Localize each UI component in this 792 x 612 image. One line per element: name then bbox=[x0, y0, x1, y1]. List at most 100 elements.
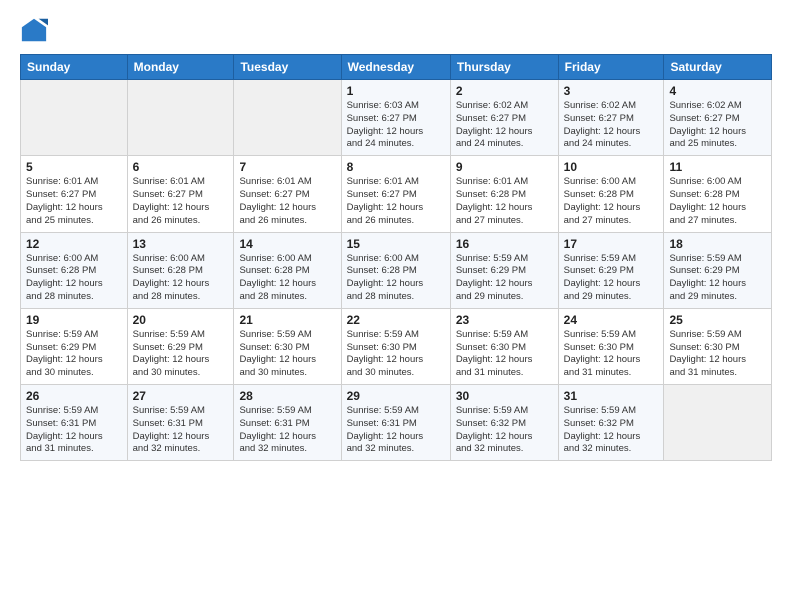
week-row-3: 12 Sunrise: 6:00 AM Sunset: 6:28 PM Dayli… bbox=[21, 232, 772, 308]
calendar-cell: 3 Sunrise: 6:02 AM Sunset: 6:27 PM Daylig… bbox=[558, 80, 664, 156]
calendar-cell: 15 Sunrise: 6:00 AM Sunset: 6:28 PM Dayli… bbox=[341, 232, 450, 308]
logo-icon bbox=[20, 16, 48, 44]
day-detail: Sunrise: 5:59 AM Sunset: 6:31 PM Dayligh… bbox=[239, 405, 335, 456]
calendar-cell: 11 Sunrise: 6:00 AM Sunset: 6:28 PM Dayli… bbox=[664, 156, 772, 232]
calendar-cell: 25 Sunrise: 5:59 AM Sunset: 6:30 PM Dayli… bbox=[664, 308, 772, 384]
day-detail: Sunrise: 5:59 AM Sunset: 6:29 PM Dayligh… bbox=[564, 253, 659, 304]
day-number: 22 bbox=[347, 313, 445, 327]
day-number: 29 bbox=[347, 389, 445, 403]
day-detail: Sunrise: 5:59 AM Sunset: 6:31 PM Dayligh… bbox=[133, 405, 229, 456]
calendar-cell: 10 Sunrise: 6:00 AM Sunset: 6:28 PM Dayli… bbox=[558, 156, 664, 232]
day-detail: Sunrise: 5:59 AM Sunset: 6:32 PM Dayligh… bbox=[564, 405, 659, 456]
calendar-cell: 17Sunrise: 5:59 AM Sunset: 6:29 PM Dayli… bbox=[558, 232, 664, 308]
weekday-saturday: Saturday bbox=[664, 55, 772, 80]
week-row-2: 5 Sunrise: 6:01 AM Sunset: 6:27 PM Daylig… bbox=[21, 156, 772, 232]
calendar-cell: 8 Sunrise: 6:01 AM Sunset: 6:27 PM Daylig… bbox=[341, 156, 450, 232]
calendar-cell bbox=[664, 385, 772, 461]
day-number: 7 bbox=[239, 160, 335, 174]
day-detail: Sunrise: 5:59 AM Sunset: 6:30 PM Dayligh… bbox=[347, 329, 445, 380]
day-number: 5 bbox=[26, 160, 122, 174]
day-detail: Sunrise: 5:59 AM Sunset: 6:29 PM Dayligh… bbox=[456, 253, 553, 304]
calendar-cell: 24 Sunrise: 5:59 AM Sunset: 6:30 PM Dayli… bbox=[558, 308, 664, 384]
calendar-cell: 2Sunrise: 6:02 AM Sunset: 6:27 PM Daylig… bbox=[450, 80, 558, 156]
day-number: 21 bbox=[239, 313, 335, 327]
day-number: 16 bbox=[456, 237, 553, 251]
day-number: 13 bbox=[133, 237, 229, 251]
day-number: 24 bbox=[564, 313, 659, 327]
day-number: 23 bbox=[456, 313, 553, 327]
calendar-cell: 28Sunrise: 5:59 AM Sunset: 6:31 PM Dayli… bbox=[234, 385, 341, 461]
weekday-sunday: Sunday bbox=[21, 55, 128, 80]
day-detail: Sunrise: 5:59 AM Sunset: 6:31 PM Dayligh… bbox=[26, 405, 122, 456]
day-number: 14 bbox=[239, 237, 335, 251]
weekday-tuesday: Tuesday bbox=[234, 55, 341, 80]
calendar-cell: 29 Sunrise: 5:59 AM Sunset: 6:31 PM Dayli… bbox=[341, 385, 450, 461]
weekday-thursday: Thursday bbox=[450, 55, 558, 80]
day-detail: Sunrise: 6:02 AM Sunset: 6:27 PM Dayligh… bbox=[456, 100, 553, 151]
day-detail: Sunrise: 5:59 AM Sunset: 6:30 PM Dayligh… bbox=[456, 329, 553, 380]
day-detail: Sunrise: 5:59 AM Sunset: 6:31 PM Dayligh… bbox=[347, 405, 445, 456]
day-number: 20 bbox=[133, 313, 229, 327]
day-detail: Sunrise: 5:59 AM Sunset: 6:30 PM Dayligh… bbox=[669, 329, 766, 380]
weekday-header-row: SundayMondayTuesdayWednesdayThursdayFrid… bbox=[21, 55, 772, 80]
day-detail: Sunrise: 5:59 AM Sunset: 6:29 PM Dayligh… bbox=[669, 253, 766, 304]
calendar-cell: 4Sunrise: 6:02 AM Sunset: 6:27 PM Daylig… bbox=[664, 80, 772, 156]
day-detail: Sunrise: 6:00 AM Sunset: 6:28 PM Dayligh… bbox=[564, 176, 659, 227]
day-detail: Sunrise: 6:01 AM Sunset: 6:27 PM Dayligh… bbox=[133, 176, 229, 227]
calendar-cell: 12Sunrise: 6:00 AM Sunset: 6:28 PM Dayli… bbox=[21, 232, 128, 308]
day-number: 12 bbox=[26, 237, 122, 251]
calendar-cell: 13Sunrise: 6:00 AM Sunset: 6:28 PM Dayli… bbox=[127, 232, 234, 308]
page: SundayMondayTuesdayWednesdayThursdayFrid… bbox=[0, 0, 792, 612]
calendar-cell: 20 Sunrise: 5:59 AM Sunset: 6:29 PM Dayli… bbox=[127, 308, 234, 384]
calendar-cell: 21 Sunrise: 5:59 AM Sunset: 6:30 PM Dayli… bbox=[234, 308, 341, 384]
day-detail: Sunrise: 6:02 AM Sunset: 6:27 PM Dayligh… bbox=[669, 100, 766, 151]
calendar-cell: 31 Sunrise: 5:59 AM Sunset: 6:32 PM Dayli… bbox=[558, 385, 664, 461]
day-detail: Sunrise: 5:59 AM Sunset: 6:30 PM Dayligh… bbox=[239, 329, 335, 380]
day-number: 31 bbox=[564, 389, 659, 403]
day-detail: Sunrise: 5:59 AM Sunset: 6:32 PM Dayligh… bbox=[456, 405, 553, 456]
day-detail: Sunrise: 5:59 AM Sunset: 6:29 PM Dayligh… bbox=[26, 329, 122, 380]
day-number: 15 bbox=[347, 237, 445, 251]
day-number: 1 bbox=[347, 84, 445, 98]
day-number: 19 bbox=[26, 313, 122, 327]
calendar-cell: 23 Sunrise: 5:59 AM Sunset: 6:30 PM Dayli… bbox=[450, 308, 558, 384]
calendar-cell bbox=[234, 80, 341, 156]
day-number: 3 bbox=[564, 84, 659, 98]
calendar-cell: 30 Sunrise: 5:59 AM Sunset: 6:32 PM Dayli… bbox=[450, 385, 558, 461]
day-number: 26 bbox=[26, 389, 122, 403]
day-detail: Sunrise: 6:01 AM Sunset: 6:27 PM Dayligh… bbox=[239, 176, 335, 227]
header bbox=[20, 16, 772, 44]
calendar-cell: 7 Sunrise: 6:01 AM Sunset: 6:27 PM Daylig… bbox=[234, 156, 341, 232]
calendar-table: SundayMondayTuesdayWednesdayThursdayFrid… bbox=[20, 54, 772, 461]
day-number: 27 bbox=[133, 389, 229, 403]
day-detail: Sunrise: 6:00 AM Sunset: 6:28 PM Dayligh… bbox=[669, 176, 766, 227]
day-number: 6 bbox=[133, 160, 229, 174]
day-detail: Sunrise: 6:01 AM Sunset: 6:27 PM Dayligh… bbox=[347, 176, 445, 227]
day-detail: Sunrise: 6:00 AM Sunset: 6:28 PM Dayligh… bbox=[347, 253, 445, 304]
calendar-cell: 9Sunrise: 6:01 AM Sunset: 6:28 PM Daylig… bbox=[450, 156, 558, 232]
day-number: 25 bbox=[669, 313, 766, 327]
calendar-cell: 16 Sunrise: 5:59 AM Sunset: 6:29 PM Dayli… bbox=[450, 232, 558, 308]
day-detail: Sunrise: 5:59 AM Sunset: 6:29 PM Dayligh… bbox=[133, 329, 229, 380]
day-number: 30 bbox=[456, 389, 553, 403]
day-number: 10 bbox=[564, 160, 659, 174]
day-number: 18 bbox=[669, 237, 766, 251]
week-row-4: 19 Sunrise: 5:59 AM Sunset: 6:29 PM Dayli… bbox=[21, 308, 772, 384]
calendar-cell: 6 Sunrise: 6:01 AM Sunset: 6:27 PM Daylig… bbox=[127, 156, 234, 232]
logo bbox=[20, 16, 52, 44]
calendar-cell: 19 Sunrise: 5:59 AM Sunset: 6:29 PM Dayli… bbox=[21, 308, 128, 384]
day-number: 11 bbox=[669, 160, 766, 174]
calendar-cell: 26 Sunrise: 5:59 AM Sunset: 6:31 PM Dayli… bbox=[21, 385, 128, 461]
day-detail: Sunrise: 6:00 AM Sunset: 6:28 PM Dayligh… bbox=[239, 253, 335, 304]
day-number: 9 bbox=[456, 160, 553, 174]
calendar-cell: 1 Sunrise: 6:03 AM Sunset: 6:27 PM Daylig… bbox=[341, 80, 450, 156]
weekday-friday: Friday bbox=[558, 55, 664, 80]
calendar-cell: 18 Sunrise: 5:59 AM Sunset: 6:29 PM Dayli… bbox=[664, 232, 772, 308]
calendar-cell bbox=[127, 80, 234, 156]
day-number: 8 bbox=[347, 160, 445, 174]
day-detail: Sunrise: 5:59 AM Sunset: 6:30 PM Dayligh… bbox=[564, 329, 659, 380]
calendar-cell bbox=[21, 80, 128, 156]
day-detail: Sunrise: 6:02 AM Sunset: 6:27 PM Dayligh… bbox=[564, 100, 659, 151]
calendar-cell: 14 Sunrise: 6:00 AM Sunset: 6:28 PM Dayli… bbox=[234, 232, 341, 308]
day-detail: Sunrise: 6:03 AM Sunset: 6:27 PM Dayligh… bbox=[347, 100, 445, 151]
